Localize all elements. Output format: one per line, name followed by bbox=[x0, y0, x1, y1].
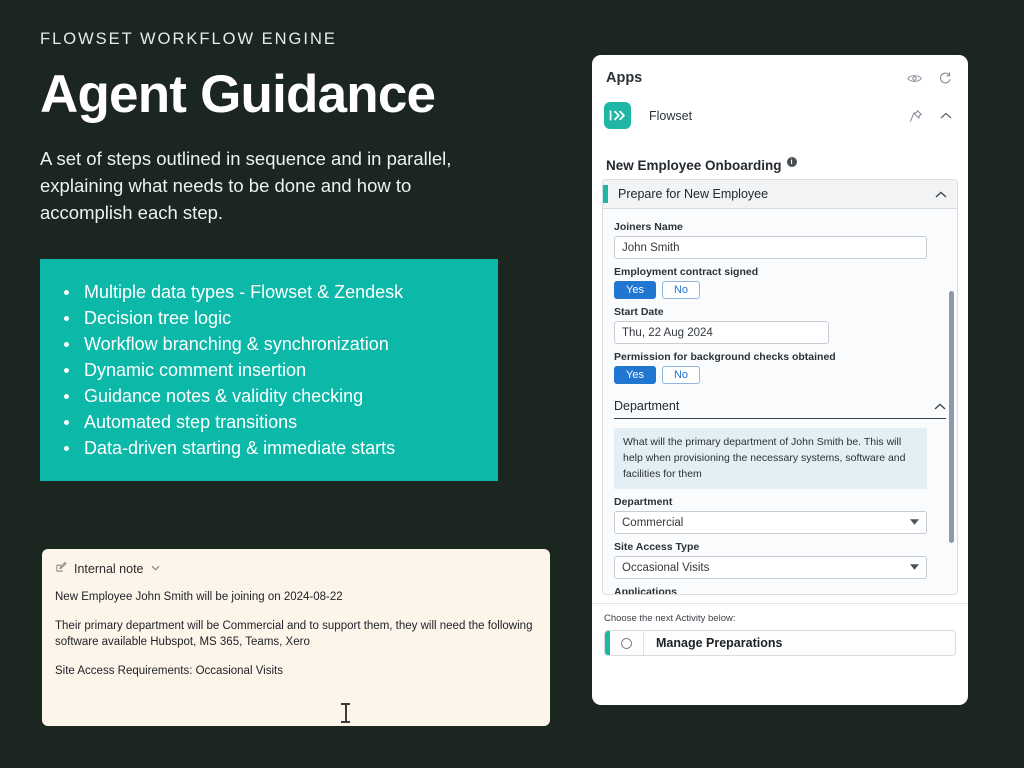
next-activity-section: Choose the next Activity below: Manage P… bbox=[592, 603, 968, 656]
note-paragraph: New Employee John Smith will be joining … bbox=[55, 589, 537, 606]
apps-panel-header: Apps bbox=[592, 55, 968, 96]
contract-yes-button[interactable]: Yes bbox=[614, 281, 656, 299]
screen: FLOWSET WORKFLOW ENGINE Agent Guidance A… bbox=[0, 0, 1024, 768]
department-label: Department bbox=[614, 496, 946, 508]
site-access-label: Site Access Type bbox=[614, 541, 946, 553]
next-activity-radio[interactable] bbox=[621, 638, 632, 649]
note-paragraph: Their primary department will be Commerc… bbox=[55, 618, 537, 651]
list-item: Automated step transitions bbox=[62, 409, 480, 435]
list-item: Workflow branching & synchronization bbox=[62, 331, 480, 357]
app-row-actions bbox=[909, 109, 952, 123]
chevron-up-icon[interactable] bbox=[940, 112, 952, 119]
step-header[interactable]: Prepare for New Employee bbox=[603, 180, 957, 209]
info-icon[interactable]: i bbox=[787, 157, 797, 167]
joiners-name-input[interactable]: John Smith bbox=[614, 236, 927, 259]
flowset-logo-icon bbox=[604, 102, 631, 129]
list-item: Multiple data types - Flowset & Zendesk bbox=[62, 279, 480, 305]
start-date-label: Start Date bbox=[614, 306, 946, 318]
background-checks-toggle: Yes No bbox=[614, 366, 946, 384]
applications-label: Applications bbox=[614, 586, 946, 594]
workflow-step: Prepare for New Employee Joiners Name Jo… bbox=[602, 179, 958, 595]
eye-icon[interactable] bbox=[907, 73, 922, 84]
background-yes-button[interactable]: Yes bbox=[614, 366, 656, 384]
page-title: Agent Guidance bbox=[40, 67, 550, 123]
chevron-down-icon bbox=[910, 563, 919, 572]
step-body: Joiners Name John Smith Employment contr… bbox=[603, 209, 957, 594]
department-select-value: Commercial bbox=[622, 517, 683, 529]
site-access-select[interactable]: Occasional Visits bbox=[614, 556, 927, 579]
feature-card: Multiple data types - Flowset & Zendesk … bbox=[40, 259, 498, 482]
apps-panel-actions bbox=[907, 71, 952, 85]
chevron-up-icon[interactable] bbox=[934, 397, 946, 415]
internal-note-header[interactable]: Internal note bbox=[55, 560, 537, 578]
next-accent-bar bbox=[605, 631, 610, 655]
apps-panel: Apps bbox=[592, 55, 968, 705]
apps-panel-title: Apps bbox=[606, 70, 642, 86]
chevron-down-icon[interactable] bbox=[151, 564, 160, 574]
chevron-up-icon[interactable] bbox=[935, 185, 947, 203]
contract-signed-toggle: Yes No bbox=[614, 281, 946, 299]
department-section-title: Department bbox=[614, 399, 679, 413]
list-item: Guidance notes & validity checking bbox=[62, 383, 480, 409]
vertical-scrollbar[interactable] bbox=[949, 291, 954, 543]
background-no-button[interactable]: No bbox=[662, 366, 700, 384]
site-access-select-value: Occasional Visits bbox=[622, 562, 709, 574]
refresh-icon[interactable] bbox=[938, 71, 952, 85]
edit-square-icon bbox=[55, 560, 67, 578]
step-accent-bar bbox=[603, 185, 608, 203]
start-date-input[interactable]: Thu, 22 Aug 2024 bbox=[614, 321, 829, 344]
eyebrow-label: FLOWSET WORKFLOW ENGINE bbox=[40, 30, 550, 49]
next-activity-text: Manage Preparations bbox=[656, 636, 782, 650]
department-select[interactable]: Commercial bbox=[614, 511, 927, 534]
workflow-title-row: New Employee Onboarding i bbox=[592, 135, 968, 179]
list-item: Decision tree logic bbox=[62, 305, 480, 331]
pin-icon[interactable] bbox=[909, 109, 923, 123]
step-scroll-content: Joiners Name John Smith Employment contr… bbox=[614, 209, 946, 594]
feature-list: Multiple data types - Flowset & Zendesk … bbox=[62, 279, 480, 462]
step-title: Prepare for New Employee bbox=[618, 187, 768, 201]
note-paragraph: Site Access Requirements: Occasional Vis… bbox=[55, 663, 537, 680]
department-section-header[interactable]: Department bbox=[614, 391, 946, 419]
divider bbox=[643, 631, 644, 655]
internal-note-body[interactable]: New Employee John Smith will be joining … bbox=[55, 589, 537, 680]
left-column: FLOWSET WORKFLOW ENGINE Agent Guidance A… bbox=[40, 30, 550, 481]
list-item: Dynamic comment insertion bbox=[62, 357, 480, 383]
next-activity-option[interactable]: Manage Preparations bbox=[604, 630, 956, 656]
list-item: Data-driven starting & immediate starts bbox=[62, 435, 480, 461]
page-description: A set of steps outlined in sequence and … bbox=[40, 145, 460, 227]
background-checks-label: Permission for background checks obtaine… bbox=[614, 351, 946, 363]
next-activity-label: Choose the next Activity below: bbox=[604, 613, 956, 624]
workflow-title: New Employee Onboarding bbox=[606, 158, 782, 173]
contract-signed-label: Employment contract signed bbox=[614, 266, 946, 278]
internal-note-card[interactable]: Internal note New Employee John Smith wi… bbox=[42, 549, 550, 726]
app-row-flowset[interactable]: Flowset bbox=[592, 96, 968, 135]
contract-no-button[interactable]: No bbox=[662, 281, 700, 299]
internal-note-label: Internal note bbox=[74, 562, 144, 576]
guidance-note: What will the primary department of John… bbox=[614, 428, 927, 489]
app-name-label: Flowset bbox=[649, 109, 692, 123]
joiners-name-label: Joiners Name bbox=[614, 221, 946, 233]
chevron-down-icon bbox=[910, 518, 919, 527]
